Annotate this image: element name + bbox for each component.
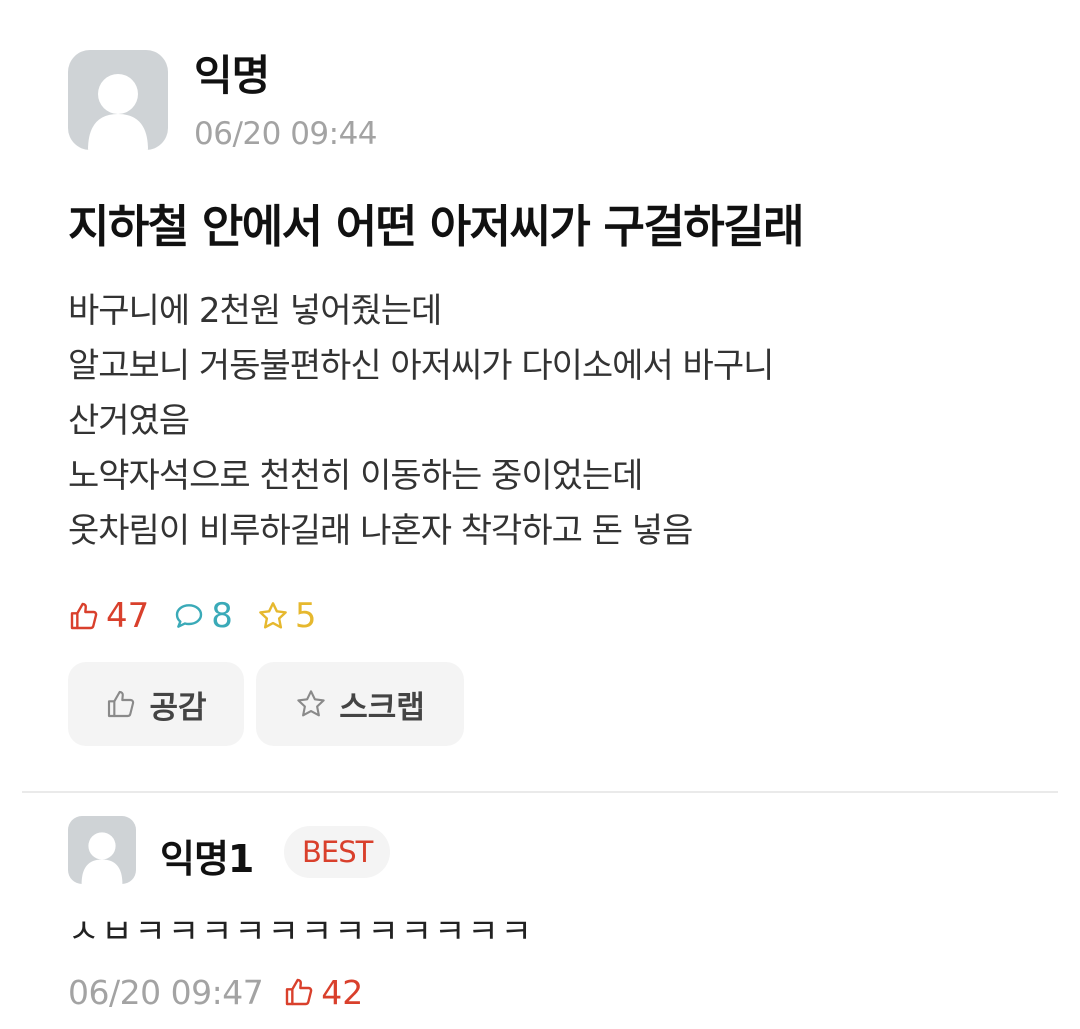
comment-text: ㅅㅂㅋㅋㅋㅋㅋㅋㅋㅋㅋㅋㅋㅋ <box>68 912 534 952</box>
author-name: 익명 <box>194 51 270 100</box>
post-title: 지하철 안에서 어떤 아저씨가 구걸하길래 <box>68 200 804 253</box>
scrap-count: 5 <box>294 596 317 636</box>
comment-author-name: 익명1 <box>160 837 254 881</box>
post-stats: 47 8 5 <box>68 594 341 638</box>
like-count: 47 <box>106 596 150 636</box>
default-avatar-icon <box>88 74 148 150</box>
post-body-line: 바구니에 2천원 넣어줬는데 <box>68 291 442 331</box>
comment-like-button[interactable]: 42 <box>283 973 363 1012</box>
post-body-line: 옷차림이 비루하길래 나혼자 착각하고 돈 넣음 <box>68 511 693 551</box>
post-timestamp: 06/20 09:44 <box>194 116 378 152</box>
like-button[interactable]: 공감 <box>68 662 244 746</box>
scrap-button[interactable]: 스크랩 <box>256 662 464 746</box>
post-body-line: 산거였음 <box>68 401 190 441</box>
like-count-stat: 47 <box>68 596 149 636</box>
comment-timestamp: 06/20 09:47 <box>68 972 264 1012</box>
comment-meta: 06/20 09:47 42 <box>68 970 363 1014</box>
best-badge: BEST <box>284 826 391 878</box>
comment-count-stat: 8 <box>173 596 233 636</box>
section-divider <box>22 791 1058 793</box>
like-button-label: 공감 <box>149 689 207 726</box>
default-avatar-icon <box>81 832 123 884</box>
star-icon <box>259 602 287 629</box>
thumbs-up-icon <box>286 978 313 1006</box>
post-body-line: 노약자석으로 천천히 이동하는 중이었는데 <box>68 456 643 496</box>
comment-author-avatar[interactable] <box>68 816 136 884</box>
thumbs-up-icon <box>70 602 98 630</box>
speech-bubble-icon <box>176 604 203 628</box>
star-icon <box>297 690 325 717</box>
comment-count: 8 <box>211 596 233 636</box>
thumbs-up-icon <box>108 690 135 718</box>
author-avatar[interactable] <box>68 50 168 150</box>
scrap-button-label: 스크랩 <box>339 689 425 726</box>
post-body-line: 알고보니 거동불편하신 아저씨가 다이소에서 바구니 <box>68 346 774 386</box>
scrap-count-stat: 5 <box>257 596 317 636</box>
post-body: 바구니에 2천원 넣어줬는데 알고보니 거동불편하신 아저씨가 다이소에서 바구… <box>68 284 1028 559</box>
comment-like-count: 42 <box>321 972 364 1012</box>
